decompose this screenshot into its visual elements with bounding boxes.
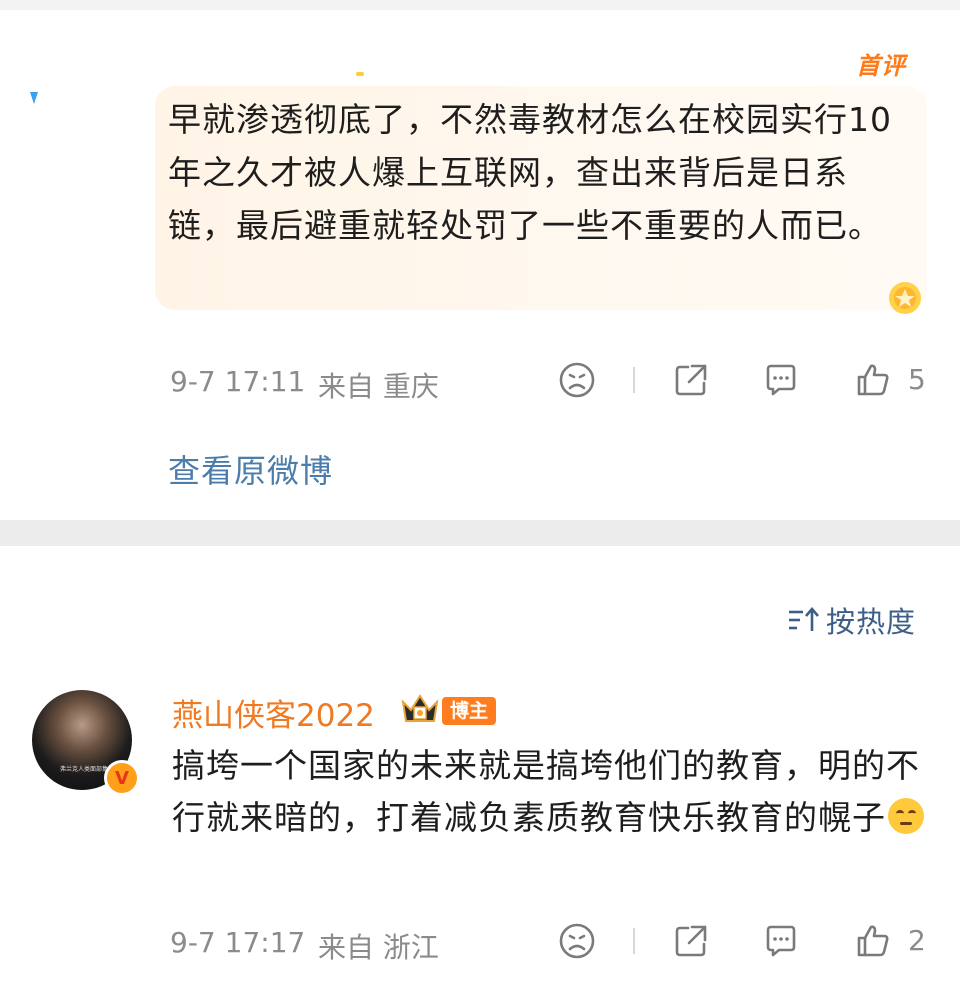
comment-meta-row: 9-7 17:17 来自 浙江 2 (0, 918, 960, 968)
confetti-decoration (30, 92, 38, 104)
verified-badge-icon: V (104, 760, 140, 796)
star-medal-icon (889, 282, 921, 314)
like-count: 5 (908, 363, 926, 396)
thumbs-up-icon (857, 364, 889, 396)
comment-text[interactable]: 搞垮一个国家的未来就是搞垮他们的教育，明的不行就来暗的，打着减负素质教育快乐教育… (172, 740, 932, 844)
sad-face-icon (559, 923, 595, 959)
share-icon (675, 364, 707, 396)
user-name[interactable]: 燕山侠客2022 (172, 690, 375, 735)
comment-text[interactable]: 早就渗透彻底了，不然毒教材怎么在校园实行10年之久才被人爆上互联网，查出来背后是… (168, 93, 898, 252)
comment-time: 9-7 17:11 (170, 365, 306, 398)
view-original-post-link[interactable]: 查看原微博 (168, 446, 333, 492)
comment-icon (766, 925, 796, 957)
comment-icon (766, 364, 796, 396)
share-button[interactable] (668, 918, 714, 964)
thinking-face-icon (888, 798, 924, 834)
reply-button[interactable] (758, 357, 804, 403)
emoji-mouth (900, 822, 912, 825)
confetti-decoration (356, 72, 364, 76)
author-tag: 博主 (442, 697, 497, 725)
reply-button[interactable] (758, 918, 804, 964)
like-button[interactable] (850, 357, 896, 403)
comment-time: 9-7 17:17 (170, 926, 306, 959)
comment-meta-row: 9-7 17:11 来自 重庆 5 (0, 357, 960, 407)
first-comment-badge: 首评 (856, 52, 906, 80)
share-icon (675, 925, 707, 957)
sad-face-icon (559, 362, 595, 398)
dislike-button[interactable] (554, 357, 600, 403)
comment-location: 来自 浙江 (318, 931, 439, 964)
section-separator (0, 520, 960, 546)
dislike-button[interactable] (554, 918, 600, 964)
thumbs-up-icon (857, 925, 889, 957)
sort-label: 按热度 (826, 605, 917, 639)
sort-icon (789, 607, 819, 631)
comment-body: 搞垮一个国家的未来就是搞垮他们的教育，明的不行就来暗的，打着减负素质教育快乐教育… (172, 746, 920, 837)
action-divider (633, 367, 635, 393)
like-count: 2 (908, 924, 926, 957)
crown-icon (401, 694, 439, 722)
action-divider (633, 928, 635, 954)
top-divider (0, 0, 960, 10)
sort-by-hot-button[interactable]: 按热度 (786, 600, 916, 640)
like-button[interactable] (850, 918, 896, 964)
share-button[interactable] (668, 357, 714, 403)
comment-location: 来自 重庆 (318, 370, 439, 403)
